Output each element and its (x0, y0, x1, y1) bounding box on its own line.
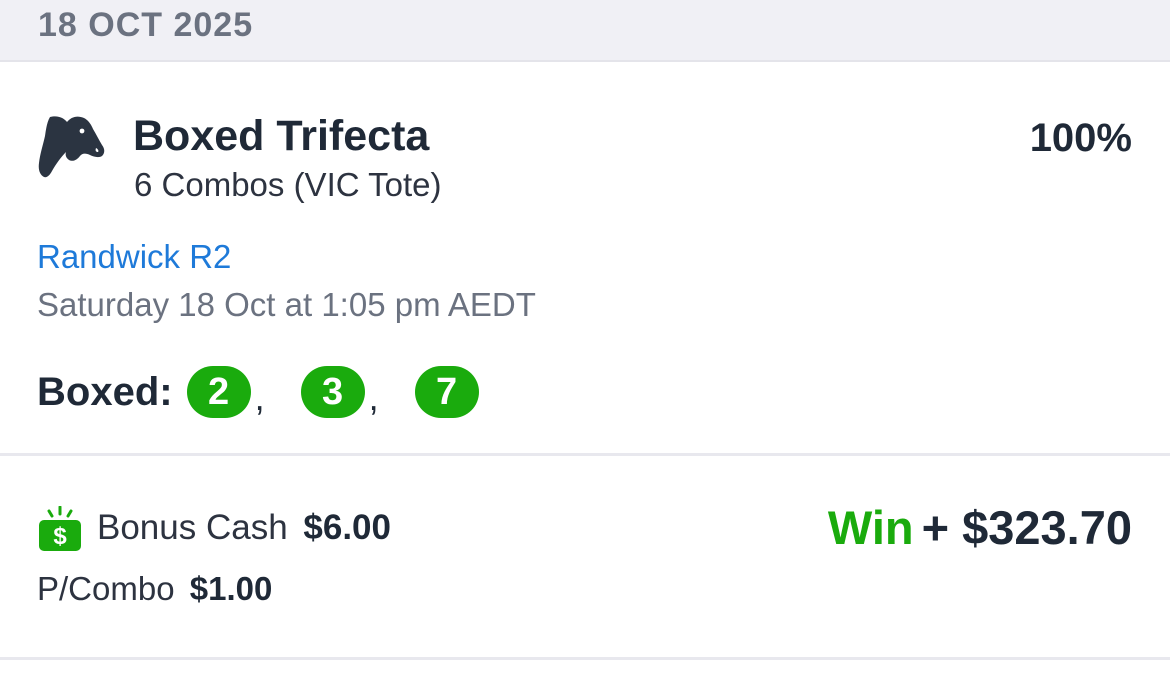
runner-number-badge: 3 (300, 366, 365, 418)
runner-separator: , (368, 377, 379, 418)
race-start-time: Saturday 18 Oct at 1:05 pm AEDT (37, 286, 536, 323)
bet-history-page: 18 OCT 2025 Boxed Trifecta 6 Combos (VIC… (0, 0, 1170, 675)
bonus-cash-amount: $6.00 (303, 508, 391, 547)
per-combo-row: P/Combo $1.00 (37, 570, 272, 608)
runner-item: 3 , (300, 365, 415, 419)
svg-text:$: $ (53, 523, 67, 550)
bonus-cash-label: Bonus Cash (97, 508, 288, 547)
stake-section: $ Bonus Cash $6.00 P/Combo $1.00 Win + $… (0, 456, 1170, 660)
bonus-cash-icon: $ (39, 506, 81, 551)
bet-card[interactable]: Boxed Trifecta 6 Combos (VIC Tote) 100% … (0, 62, 1170, 456)
runner-number-badge: 2 (186, 366, 251, 418)
runner-separator: , (254, 377, 265, 418)
horse-head-icon (38, 116, 105, 178)
runner-number-badge: 7 (414, 366, 479, 418)
runner-item: 2 , (186, 365, 301, 419)
bonus-cash-row: Bonus Cash $6.00 (97, 508, 391, 548)
race-link[interactable]: Randwick R2 (37, 238, 231, 276)
date-section-header: 18 OCT 2025 (0, 0, 1170, 62)
date-header-text: 18 OCT 2025 (38, 6, 254, 44)
bet-type-title: Boxed Trifecta (133, 112, 430, 160)
win-amount: + $323.70 (921, 501, 1132, 554)
per-combo-label: P/Combo (37, 570, 175, 607)
bet-percent: 100% (1029, 116, 1132, 160)
boxed-label: Boxed: (37, 369, 173, 414)
per-combo-amount: $1.00 (189, 570, 273, 607)
boxed-runners-row: Boxed: 2 , 3 , 7 (37, 364, 479, 420)
bet-result: Win + $323.70 (828, 500, 1132, 555)
runner-item: 7 (414, 366, 479, 418)
bet-combos-subtitle: 6 Combos (VIC Tote) (134, 166, 442, 203)
win-label: Win (827, 501, 914, 554)
